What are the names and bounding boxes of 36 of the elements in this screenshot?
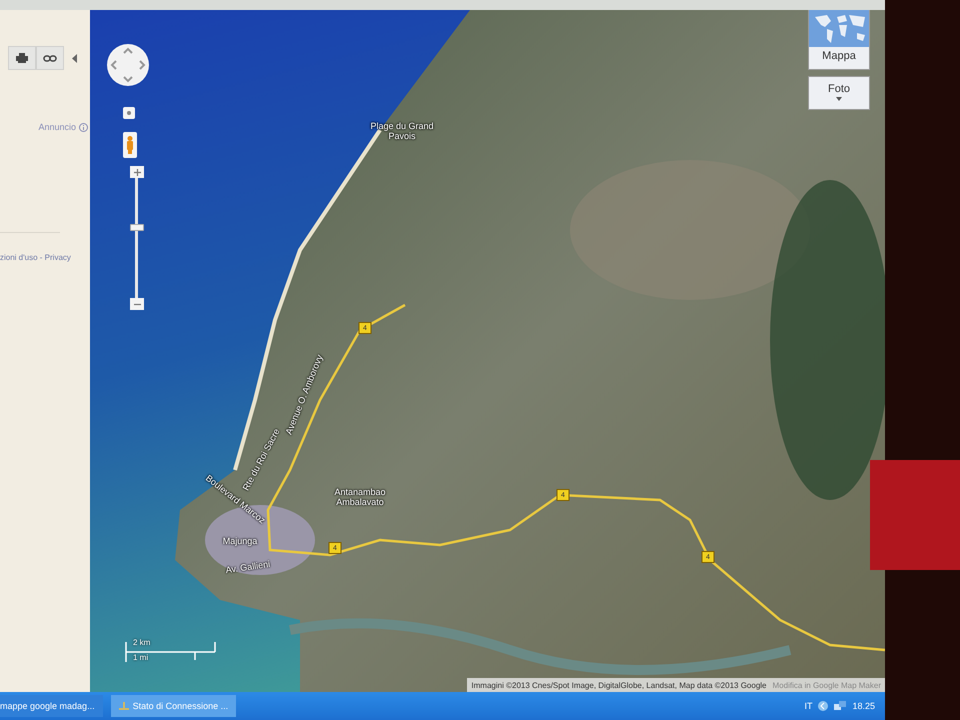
map-label: Antanambao Ambalavato: [333, 488, 387, 508]
pan-control[interactable]: [106, 43, 150, 87]
language-indicator[interactable]: IT: [804, 701, 812, 711]
map-maker-link[interactable]: Modifica in Google Map Maker: [772, 680, 881, 690]
zoom-slider[interactable]: [130, 166, 144, 310]
scale-label: 1 mi: [133, 653, 148, 662]
zoom-in-button[interactable]: [130, 166, 144, 178]
map-type-dropdown[interactable]: Foto: [808, 76, 870, 110]
caret-icon: [836, 97, 842, 101]
map-label: Plage du Grand Pavois: [369, 122, 435, 142]
link-button[interactable]: [36, 46, 64, 70]
scale-label: 2 km: [133, 638, 150, 647]
map-label: Majunga: [222, 537, 258, 547]
footer-links[interactable]: zioni d'uso - Privacy: [0, 253, 90, 262]
print-button[interactable]: [8, 46, 36, 70]
map-type-button[interactable]: Mappa: [808, 10, 870, 70]
collapse-arrow-icon[interactable]: [72, 54, 77, 62]
info-icon[interactable]: [79, 122, 88, 132]
world-map-icon: [809, 10, 869, 47]
ad-label: Annuncio: [38, 122, 76, 132]
map-label: Rte du Roi Sacre: [240, 426, 283, 494]
clock: 18.25: [852, 701, 875, 711]
map-label: Av. Gallieni: [224, 558, 272, 578]
plus-icon: [134, 168, 140, 176]
network-icon[interactable]: [834, 700, 846, 712]
pegman-button[interactable]: [123, 132, 137, 158]
printer-icon: [16, 53, 28, 63]
network-icon: [118, 702, 129, 710]
taskbar-button[interactable]: Stato di Connessione ...: [110, 695, 236, 717]
attribution-text: Immagini ©2013 Cnes/Spot Image, DigitalGlobe, Landsat, Map data ©2013 Google: [471, 680, 766, 690]
link-icon: [43, 54, 57, 62]
dot-icon: [127, 111, 131, 115]
zoom-out-button[interactable]: [130, 298, 144, 310]
zoom-button[interactable]: [123, 107, 135, 119]
person-icon: [126, 136, 134, 154]
taskbar-button[interactable]: mappe google madag...: [0, 695, 103, 717]
